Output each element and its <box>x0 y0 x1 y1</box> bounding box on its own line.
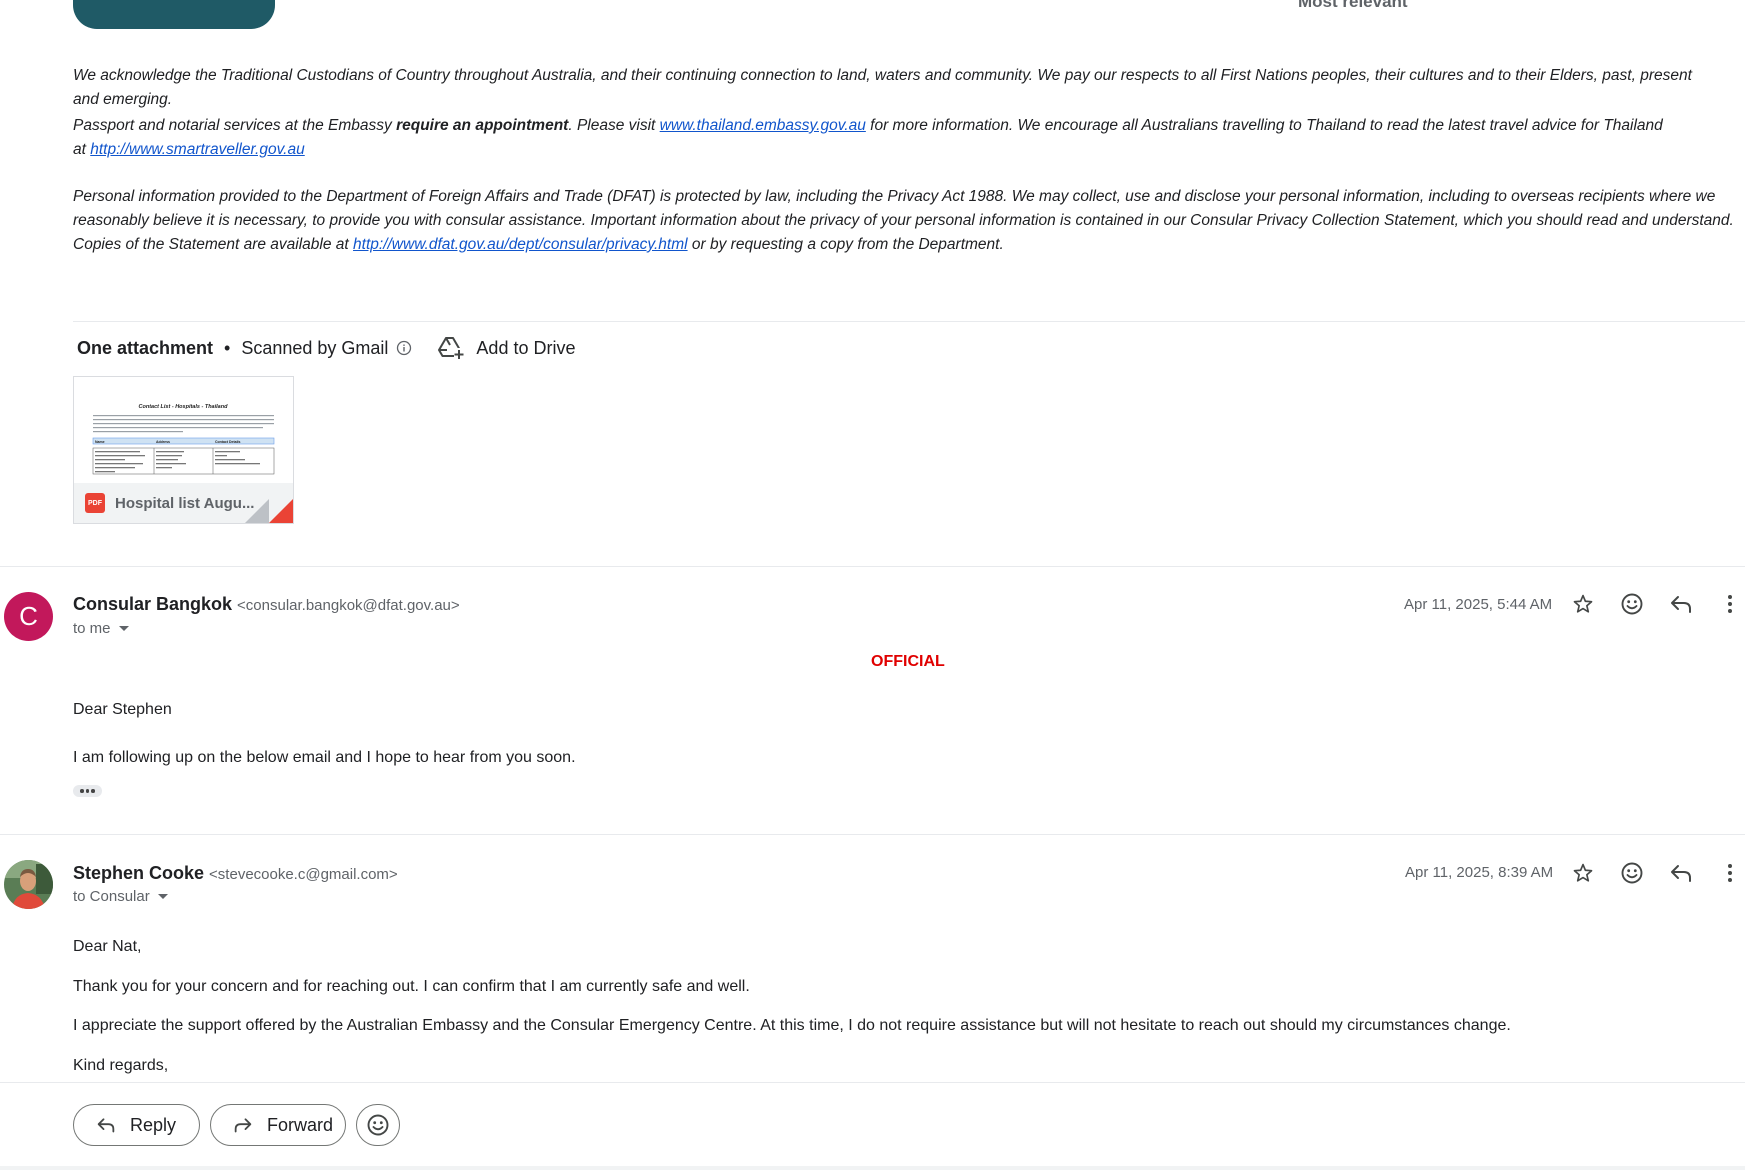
passport-text: Passport and notarial services at the Em… <box>73 114 1673 162</box>
more-options-button[interactable] <box>1715 858 1745 888</box>
more-vert-icon <box>1728 864 1732 882</box>
smiley-icon <box>1621 593 1643 615</box>
reply-button[interactable] <box>1666 858 1696 888</box>
passport-mid: . Please visit <box>568 117 660 134</box>
smiley-icon <box>1621 862 1643 884</box>
smartraveller-link[interactable]: http://www.smartraveller.gov.au <box>90 141 305 158</box>
attachment-divider <box>73 321 1745 322</box>
avatar[interactable] <box>4 860 53 909</box>
reply-icon <box>97 1118 115 1133</box>
sender-name[interactable]: Stephen Cooke <box>73 863 204 883</box>
reply-label: Reply <box>130 1114 177 1135</box>
scanned-label: Scanned by Gmail <box>241 337 389 358</box>
message-body: I appreciate the support offered by the … <box>73 1017 1511 1034</box>
more-options-button[interactable] <box>1715 589 1745 619</box>
forward-label: Forward <box>267 1114 334 1135</box>
caret-down-icon <box>157 894 168 899</box>
message-divider <box>0 566 1745 567</box>
forward-action-button[interactable]: Forward <box>210 1104 346 1146</box>
acknowledgement-text: We acknowledge the Traditional Custodian… <box>73 67 1692 108</box>
recipient-dropdown[interactable]: to me <box>73 620 129 637</box>
star-button[interactable] <box>1568 589 1598 619</box>
message-body: Thank you for your concern and for reach… <box>73 978 750 995</box>
smiley-icon <box>367 1114 389 1136</box>
closing-text: Kind regards, <box>73 1057 169 1074</box>
emoji-react-button[interactable] <box>1617 589 1647 619</box>
star-icon <box>1573 863 1593 882</box>
privacy-link[interactable]: http://www.dfat.gov.au/dept/consular/pri… <box>353 236 688 253</box>
sort-label[interactable]: Most relevant <box>1298 0 1408 12</box>
ellipsis-dot-icon <box>85 789 90 793</box>
ellipsis-dot-icon <box>91 789 95 793</box>
emoji-action-button[interactable] <box>356 1104 400 1146</box>
classification-label: OFFICIAL <box>871 653 945 670</box>
sender-email: <consular.bangkok@dfat.gov.au> <box>237 597 460 614</box>
sender-name[interactable]: Consular Bangkok <box>73 594 232 614</box>
reply-icon <box>1671 596 1691 613</box>
greeting-text: Dear Stephen <box>73 701 172 718</box>
pdf-preview-thumbnail: Contact List - Hospitals - Thailand Name… <box>92 404 275 475</box>
recipient-label: to Consular <box>73 888 150 905</box>
preview-col-name: Name <box>95 440 105 444</box>
actions-divider <box>0 1082 1745 1083</box>
greeting-text: Dear Nat, <box>73 938 142 955</box>
attachment-card[interactable]: Contact List - Hospitals - Thailand Name… <box>73 376 294 524</box>
attachment-footer: PDF Hospital list Augu... <box>74 483 293 523</box>
pdf-icon: PDF <box>85 493 105 513</box>
avatar[interactable]: C <box>4 592 53 641</box>
bottom-edge <box>0 1166 1745 1170</box>
show-trimmed-content-button[interactable] <box>73 785 102 797</box>
caret-down-icon <box>118 626 129 631</box>
top-action-pill[interactable] <box>73 0 275 29</box>
ellipsis-dot-icon <box>80 789 84 793</box>
sender-line: Consular Bangkok <consular.bangkok@dfat.… <box>73 594 460 615</box>
attachments-header: One attachment • Scanned by Gmail Add to… <box>77 336 575 360</box>
more-vert-icon <box>1728 595 1732 613</box>
passport-prefix: Passport and notarial services at the Em… <box>73 117 397 134</box>
privacy-after: or by requesting a copy from the Departm… <box>687 236 1004 253</box>
sender-email: <stevecooke.c@gmail.com> <box>209 866 398 883</box>
message-body: I am following up on the below email and… <box>73 749 576 766</box>
recipient-label: to me <box>73 620 111 637</box>
attachment-filename: Hospital list Augu... <box>115 494 255 512</box>
message-date: Apr 11, 2025, 8:39 AM <box>1405 864 1554 881</box>
preview-col-contact: Contact Details <box>215 440 241 444</box>
profile-photo-icon <box>4 860 53 909</box>
add-to-drive-button[interactable]: Add to Drive <box>438 336 575 360</box>
recipient-dropdown[interactable]: to Consular <box>73 888 168 905</box>
embassy-link[interactable]: www.thailand.embassy.gov.au <box>660 117 866 134</box>
drive-add-icon <box>438 337 465 360</box>
star-button[interactable] <box>1568 858 1598 888</box>
page-fold-icon <box>245 499 269 523</box>
preview-title: Contact List - Hospitals - Thailand <box>139 404 229 410</box>
star-icon <box>1573 594 1593 613</box>
forward-icon <box>234 1118 252 1133</box>
sender-line: Stephen Cooke <stevecooke.c@gmail.com> <box>73 863 398 884</box>
message-divider <box>0 834 1745 835</box>
privacy-text: Personal information provided to the Dep… <box>73 185 1738 257</box>
pdf-corner-icon <box>269 499 293 523</box>
passport-bold: require an appointment <box>396 117 569 134</box>
attachments-title: One attachment <box>77 337 214 358</box>
separator-dot: • <box>224 337 231 358</box>
reply-button[interactable] <box>1666 589 1696 619</box>
preview-col-address: Address <box>156 440 170 444</box>
reply-action-button[interactable]: Reply <box>73 1104 200 1146</box>
emoji-react-button[interactable] <box>1617 858 1647 888</box>
reply-icon <box>1671 865 1691 882</box>
message-date: Apr 11, 2025, 5:44 AM <box>1404 596 1553 613</box>
info-icon[interactable] <box>396 340 412 356</box>
add-to-drive-label: Add to Drive <box>476 337 576 358</box>
